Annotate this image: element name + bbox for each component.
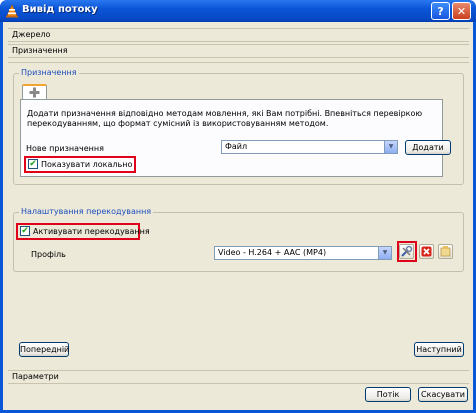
new-destination-label: Нове призначення <box>26 144 104 153</box>
show-local-checkbox-row[interactable]: ✔ Показувати локально <box>28 159 132 169</box>
activate-transcode-checkbox[interactable]: ✔ <box>20 226 30 236</box>
destination-group-legend: Призначення <box>19 68 79 77</box>
tools-icon <box>401 245 413 257</box>
delete-profile-button[interactable] <box>419 244 434 259</box>
section-destination[interactable]: Призначення <box>8 44 469 58</box>
help-button[interactable]: ? <box>431 2 450 20</box>
profile-value: Video - H.264 + AAC (MP4) <box>218 248 327 257</box>
add-destination-tab[interactable] <box>22 84 47 99</box>
next-button[interactable]: Наступний <box>414 342 464 357</box>
delete-icon <box>421 246 432 257</box>
section-options[interactable]: Параметри <box>8 370 469 384</box>
new-destination-select[interactable]: Файл ▼ <box>221 140 398 154</box>
destination-page: Призначення Додати призначення відповідн… <box>8 62 469 370</box>
profile-select[interactable]: Video - H.264 + AAC (MP4) ▼ <box>214 246 392 260</box>
transcode-group: Налаштування перекодування ✔ Активувати … <box>13 207 464 272</box>
new-profile-button[interactable] <box>438 244 453 259</box>
add-destination-button[interactable]: Додати <box>405 140 451 155</box>
chevron-down-icon[interactable]: ▼ <box>378 247 391 259</box>
new-profile-icon <box>440 246 451 257</box>
edit-profile-button[interactable] <box>399 244 414 259</box>
client-area: Джерело Призначення Призначення Додати п… <box>3 22 473 410</box>
new-destination-value: Файл <box>225 142 248 151</box>
close-button[interactable]: ✕ <box>452 2 471 20</box>
stream-button[interactable]: Потік <box>365 387 411 402</box>
destination-tab-content: Додати призначення відповідно методам мо… <box>20 99 451 177</box>
cancel-button[interactable]: Скасувати <box>418 387 468 402</box>
show-local-checkbox[interactable]: ✔ <box>28 159 38 169</box>
show-local-label: Показувати локально <box>41 159 133 169</box>
title-bar: Вивід потоку ? ✕ <box>0 0 476 22</box>
back-button[interactable]: Попередній <box>19 342 69 357</box>
activate-transcode-row[interactable]: ✔ Активувати перекодування <box>20 226 150 236</box>
vlc-cone-icon <box>6 4 18 18</box>
profile-label: Профіль <box>31 250 66 259</box>
chevron-down-icon[interactable]: ▼ <box>384 141 397 153</box>
section-source[interactable]: Джерело <box>8 28 469 42</box>
plus-icon <box>29 87 40 98</box>
activate-transcode-label: Активувати перекодування <box>33 226 150 236</box>
destination-description: Додати призначення відповідно методам мо… <box>27 109 423 128</box>
destination-group: Призначення Додати призначення відповідн… <box>13 68 464 185</box>
window-title: Вивід потоку <box>22 4 98 15</box>
stream-output-window: Вивід потоку ? ✕ Джерело Призначення При… <box>0 0 476 413</box>
transcode-group-legend: Налаштування перекодування <box>19 207 154 216</box>
